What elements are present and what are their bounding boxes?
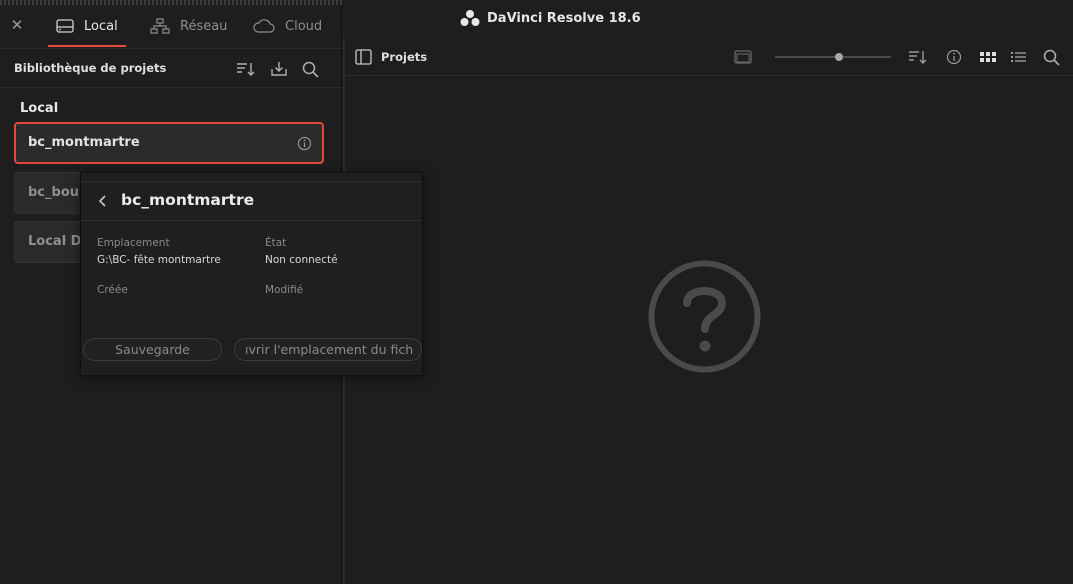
grid-view-icon[interactable] [978,48,998,66]
popup-header: bc_montmartre [81,181,422,221]
projects-toolbar: Projets [345,38,1073,76]
tab-cloud[interactable]: Cloud [253,5,322,47]
modified-label: Modifié [265,284,304,296]
cloud-icon [253,19,275,33]
project-info-popup: bc_montmartre Emplacement G:\BC- fête mo… [80,172,423,376]
app-title: DaVinci Resolve 18.6 [460,8,641,28]
network-icon [150,18,170,34]
location-value: G:\BC- fête montmartre [97,254,221,266]
sidebar-toggle-icon[interactable] [354,48,374,66]
thumbnail-size-slider[interactable] [775,53,891,61]
sort-icon[interactable] [908,48,928,66]
project-name: bc_montmartre [28,135,140,150]
tab-local[interactable]: Local [48,5,126,47]
state-label: État [265,237,287,249]
search-icon[interactable] [1042,48,1062,66]
close-icon[interactable]: ✕ [10,18,24,33]
backup-button[interactable]: Sauvegarde [83,338,222,361]
tab-label: Cloud [285,18,323,34]
tab-label: Réseau [180,18,228,34]
thumbnail-size-icon [734,50,752,64]
created-label: Créée [97,284,128,296]
info-icon[interactable] [297,136,312,151]
section-heading-local: Local [20,101,59,116]
info-icon[interactable] [944,48,964,66]
search-icon[interactable] [301,60,321,78]
slider-knob[interactable] [834,53,843,61]
library-header: Bibliothèque de projets [0,48,342,88]
question-mark-icon [648,260,761,373]
chevron-left-icon[interactable] [97,194,109,208]
projects-panel: Projets [343,38,1073,584]
state-value: Non connecté [265,254,338,266]
library-title: Bibliothèque de projets [14,61,167,75]
tab-network[interactable]: Réseau [150,5,227,47]
popup-title: bc_montmartre [121,191,255,209]
tab-label: Local [84,18,118,34]
location-tabs: ✕ Local Réseau Cloud [0,5,342,47]
location-label: Emplacement [97,237,170,249]
davinci-logo-icon [460,10,480,26]
open-location-button[interactable]: ıvrir l'emplacement du fich [234,338,422,361]
drive-icon [56,19,74,33]
sort-icon[interactable] [236,60,256,78]
list-view-icon[interactable] [1009,48,1029,66]
project-name: bc_bour [28,185,86,200]
panel-title: Projets [381,50,428,64]
window-title: DaVinci Resolve 18.6 [487,10,641,26]
project-item-bc-montmartre[interactable]: bc_montmartre [14,122,324,164]
import-icon[interactable] [269,60,289,78]
